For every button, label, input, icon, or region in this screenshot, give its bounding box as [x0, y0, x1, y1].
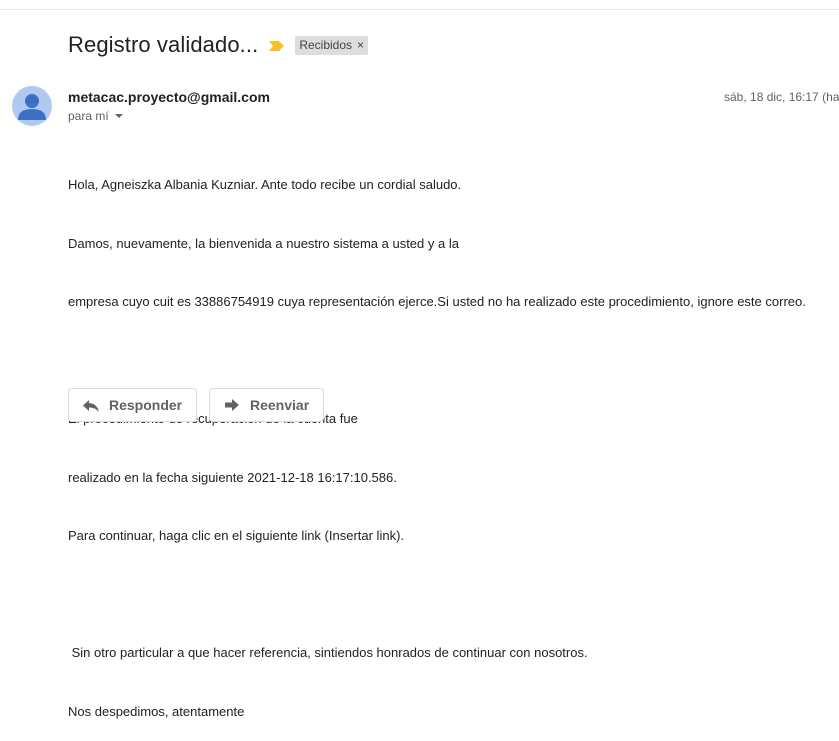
label-chip-inbox[interactable]: Recibidos × — [295, 35, 369, 55]
show-details-caret-icon[interactable] — [114, 114, 123, 118]
importance-marker-icon[interactable] — [268, 39, 285, 51]
forward-label: Reenviar — [250, 397, 310, 413]
person-icon — [18, 94, 46, 120]
email-body: Hola, Agneiszka Albania Kuzniar. Ante to… — [68, 136, 806, 741]
remove-label-icon[interactable]: × — [357, 38, 364, 52]
forward-icon — [223, 396, 241, 414]
reply-icon — [82, 396, 100, 414]
body-line: Nos despedimos, atentamente — [68, 703, 245, 719]
body-line — [68, 585, 806, 605]
label-chip-text: Recibidos — [299, 38, 353, 52]
forward-button[interactable]: Reenviar — [209, 388, 324, 422]
body-line: empresa cuyo cuit es 33886754919 cuya re… — [68, 294, 806, 309]
sender-email[interactable]: metacac.proyecto@gmail.com — [68, 89, 270, 105]
email-date: sáb, 18 dic, 16:17 (ha — [724, 90, 839, 104]
body-line: Para continuar, haga clic en el siguient… — [68, 528, 405, 543]
body-line: Sin otro particular a que hacer referenc… — [68, 645, 588, 660]
sender-avatar[interactable] — [12, 86, 52, 126]
recipient-label: para mí — [68, 109, 109, 123]
recipient-line: para mí — [68, 109, 123, 123]
reply-button[interactable]: Responder — [68, 388, 197, 422]
subject-row: Registro validado... Recibidos × — [68, 30, 369, 60]
email-subject: Registro validado... — [68, 32, 259, 57]
body-line: Hola, Agneiszka Albania Kuzniar. Ante to… — [68, 177, 462, 192]
top-divider — [0, 9, 839, 10]
body-line: Damos, nuevamente, la bienvenida a nuest… — [68, 235, 459, 251]
reply-label: Responder — [109, 397, 183, 413]
body-line — [68, 351, 806, 371]
body-line: realizado en la fecha siguiente 2021-12-… — [68, 469, 397, 485]
